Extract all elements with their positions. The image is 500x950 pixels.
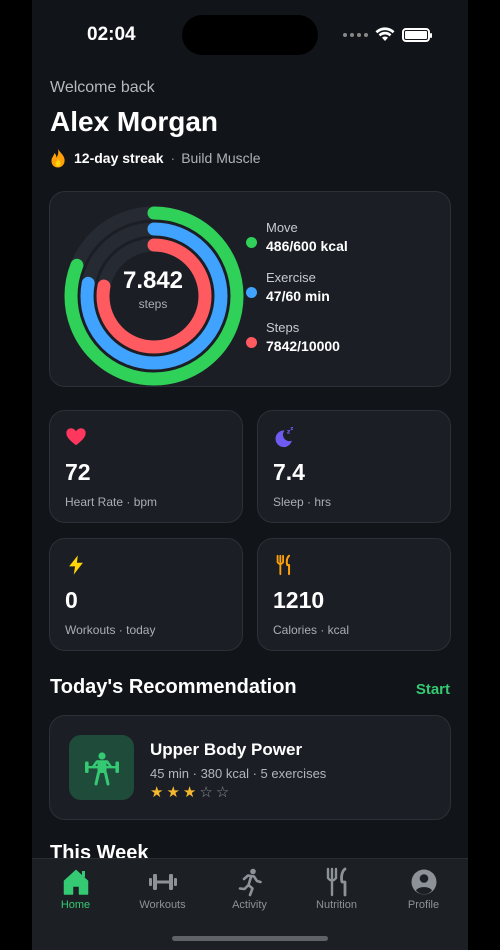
sleep-moon-icon: z z	[275, 426, 293, 448]
star-empty-icon: ☆	[199, 784, 216, 801]
goal-text: Build Muscle	[181, 150, 261, 166]
heart-icon	[66, 428, 86, 446]
home-icon	[63, 869, 88, 895]
tab-nutrition[interactable]: Nutrition	[293, 867, 380, 911]
dynamic-island	[182, 15, 318, 55]
weightlifter-icon	[84, 751, 119, 785]
flame-icon	[51, 148, 65, 168]
workout-title: Upper Body Power	[150, 740, 303, 759]
heart-rate-card[interactable]: 72 Heart Rate · bpm	[49, 410, 243, 523]
legend-label-move: Move	[266, 220, 298, 235]
profile-icon	[411, 869, 436, 895]
legend-item-move: Move 486/600 kcal	[246, 220, 348, 270]
tab-profile-label: Profile	[407, 899, 440, 911]
tab-profile[interactable]: Profile	[380, 867, 467, 911]
start-button[interactable]: Start	[416, 681, 450, 698]
streak-text: 12-day streak	[74, 150, 164, 166]
activity-rings-card[interactable]: 7.842 steps Move 486/600 kcal Exercise 4…	[49, 191, 451, 387]
home-indicator	[172, 936, 328, 941]
star-filled-icon: ★	[182, 784, 200, 801]
welcome-text: Welcome back	[50, 79, 155, 96]
legend-value-steps: 7842/10000	[266, 338, 340, 354]
recommendation-card[interactable]: Upper Body Power 45 min · 380 kcal · 5 e…	[49, 715, 451, 820]
fork-knife-icon	[276, 554, 291, 576]
fork-knife-icon	[326, 867, 346, 897]
sleep-label: Sleep · hrs	[273, 495, 332, 509]
star-empty-icon: ☆	[215, 784, 233, 801]
tab-activity-label: Activity	[232, 899, 267, 911]
streak-row: 12-day streak · Build Muscle	[50, 148, 261, 168]
heart-rate-value: 72	[65, 459, 91, 485]
ring-center-unit: steps	[138, 297, 168, 311]
star-filled-icon: ★	[150, 784, 167, 801]
legend-item-steps: Steps 7842/10000	[246, 320, 348, 370]
workouts-value: 0	[65, 587, 78, 613]
workout-meta: 45 min · 380 kcal · 5 exercises	[150, 766, 327, 781]
recommendation-section-title: Today's Recommendation	[50, 676, 297, 698]
status-time: 02:04	[87, 24, 136, 45]
ring-center: 7.842 steps	[93, 267, 213, 311]
legend-value-move: 486/600 kcal	[266, 238, 348, 254]
sleep-card[interactable]: z z 7.4 Sleep · hrs	[257, 410, 451, 523]
tab-activity[interactable]: Activity	[206, 867, 293, 911]
legend-label-exercise: Exercise	[266, 270, 316, 285]
workouts-card[interactable]: 0 Workouts · today	[49, 538, 243, 651]
separator-dot: ·	[170, 150, 176, 166]
legend-label-steps: Steps	[266, 320, 300, 335]
phone-screen: 02:04 Welcome back Alex Morgan 12-day st…	[32, 0, 468, 950]
workout-thumbnail	[69, 735, 134, 800]
tab-nutrition-label: Nutrition	[316, 899, 357, 911]
user-name: Alex Morgan	[50, 106, 219, 137]
cellular-signal-icon	[343, 32, 368, 37]
dumbbell-icon	[148, 874, 177, 890]
wifi-icon	[375, 27, 395, 41]
legend-dot-exercise	[246, 287, 257, 298]
workouts-label: Workouts · today	[65, 623, 156, 637]
lightning-icon	[69, 555, 83, 575]
difficulty-rating: ★★★☆☆	[150, 783, 232, 801]
ring-center-value: 7.842	[122, 267, 184, 294]
heart-rate-label: Heart Rate · bpm	[65, 495, 158, 509]
tab-workouts[interactable]: Workouts	[119, 867, 206, 911]
sleep-value: 7.4	[273, 459, 305, 485]
calories-card[interactable]: 1210 Calories · kcal	[257, 538, 451, 651]
legend-dot-move	[246, 237, 257, 248]
rings-legend: Move 486/600 kcal Exercise 47/60 min Ste…	[246, 220, 348, 370]
running-icon	[238, 868, 262, 897]
star-filled-icon: ★	[166, 784, 183, 801]
tab-home[interactable]: Home	[32, 867, 119, 911]
tab-home-label: Home	[60, 899, 91, 911]
legend-value-exercise: 47/60 min	[266, 288, 330, 304]
tab-workouts-label: Workouts	[139, 899, 186, 911]
legend-item-exercise: Exercise 47/60 min	[246, 270, 348, 320]
calories-value: 1210	[273, 587, 325, 613]
svg-text:z: z	[290, 426, 293, 432]
status-indicators	[343, 27, 432, 42]
calories-label: Calories · kcal	[273, 623, 350, 637]
battery-icon	[402, 27, 432, 42]
legend-dot-steps	[246, 337, 257, 348]
